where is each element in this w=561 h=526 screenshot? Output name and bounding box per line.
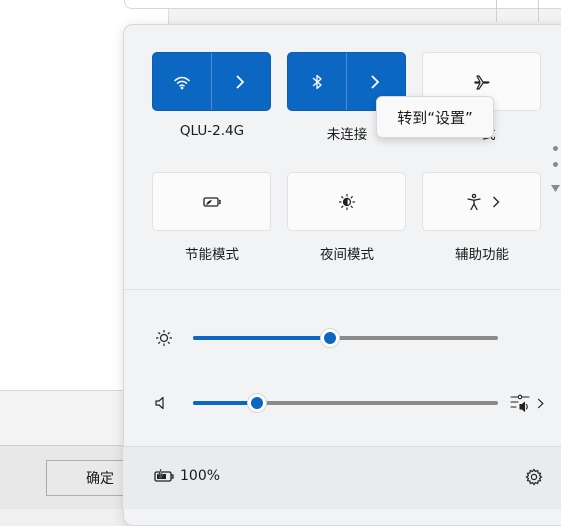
- brightness-slider-fill: [193, 336, 330, 340]
- accessibility-label: 辅助功能: [455, 247, 509, 263]
- volume-slider-thumb[interactable]: [247, 393, 267, 413]
- page-indicator-dot[interactable]: [553, 162, 558, 167]
- page-down-arrow-icon[interactable]: [550, 178, 561, 197]
- night-light-icon: [336, 191, 358, 213]
- speaker-icon[interactable]: [152, 393, 172, 413]
- brightness-slider-thumb[interactable]: [320, 328, 340, 348]
- chevron-right-icon[interactable]: [534, 395, 546, 411]
- ok-button-label: 确定: [86, 471, 114, 487]
- wifi-tile[interactable]: [152, 52, 271, 111]
- airplane-icon: [471, 71, 493, 93]
- accessibility-tile[interactable]: [422, 172, 541, 231]
- audio-output-icon[interactable]: [508, 392, 532, 414]
- wifi-icon[interactable]: [171, 71, 193, 93]
- brightness-icon: [154, 328, 174, 348]
- tooltip-text: 转到“设置”: [397, 108, 473, 127]
- night-light-tile[interactable]: [287, 172, 406, 231]
- battery-saver-label: 节能模式: [185, 247, 239, 263]
- gear-icon[interactable]: [524, 467, 544, 487]
- background-divider: [496, 0, 497, 22]
- settings-tooltip: 转到“设置”: [376, 96, 494, 138]
- chevron-right-icon[interactable]: [487, 191, 505, 213]
- battery-percent[interactable]: 100%: [180, 468, 220, 484]
- chevron-right-icon[interactable]: [229, 71, 251, 93]
- battery-saver-icon: [201, 191, 223, 213]
- battery-charging-icon[interactable]: [152, 466, 176, 486]
- wifi-tile-label: QLU-2.4G: [179, 123, 245, 139]
- bluetooth-icon[interactable]: [306, 71, 328, 93]
- panel-divider: [124, 289, 561, 290]
- page-indicator-dot[interactable]: [553, 146, 558, 151]
- chevron-right-icon[interactable]: [364, 71, 386, 93]
- background-divider: [538, 0, 539, 22]
- night-light-label: 夜间模式: [320, 247, 374, 263]
- accessibility-icon: [463, 191, 485, 213]
- battery-saver-tile[interactable]: [152, 172, 271, 231]
